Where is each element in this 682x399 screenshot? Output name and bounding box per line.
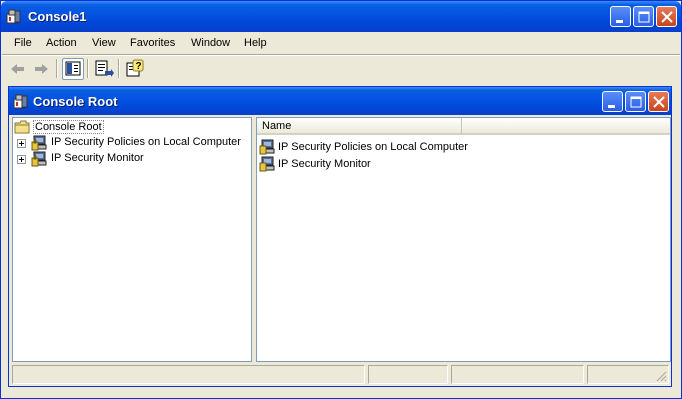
maximize-icon <box>638 11 650 23</box>
ip-security-computer-icon <box>259 139 275 155</box>
ip-security-computer-icon <box>31 135 47 151</box>
toolbar-divider <box>87 59 89 78</box>
close-button[interactable] <box>656 6 677 27</box>
list-item[interactable]: IP Security Monitor <box>259 156 519 173</box>
export-list-icon <box>95 60 114 77</box>
tree-item-ip-security-policies[interactable]: IP Security Policies on Local Computer <box>13 135 249 151</box>
ip-security-monitor-icon <box>259 156 275 172</box>
child-title-bar[interactable]: Console Root <box>9 87 671 115</box>
show-hide-tree-button[interactable] <box>62 58 84 80</box>
forward-button[interactable] <box>30 58 52 80</box>
tree-item-label: Console Root <box>33 120 104 134</box>
child-close-button[interactable] <box>648 91 669 112</box>
mmc-app-icon <box>13 94 28 109</box>
menu-favorites[interactable]: Favorites <box>130 37 175 49</box>
forward-arrow-icon <box>35 64 48 74</box>
minimize-icon <box>616 20 623 23</box>
status-panel <box>368 365 448 384</box>
column-header-name[interactable]: Name <box>257 118 462 135</box>
back-arrow-icon <box>11 64 24 74</box>
mmc-app-icon <box>6 9 21 24</box>
column-header-row: Name <box>257 118 670 135</box>
toolbar-divider <box>56 59 58 78</box>
status-panel <box>12 365 365 384</box>
status-panel <box>451 365 584 384</box>
child-minimize-button[interactable] <box>602 91 623 112</box>
details-list[interactable]: Name IP Security Policies on Local Compu… <box>256 117 671 362</box>
status-bar <box>12 365 669 384</box>
back-button[interactable] <box>7 58 29 80</box>
menu-bar: File Action View Favorites Window Help <box>2 32 680 54</box>
child-maximize-button[interactable] <box>625 91 646 112</box>
menu-file[interactable]: File <box>14 37 32 49</box>
tree-item-label: IP Security Monitor <box>51 152 144 164</box>
help-icon: ? <box>126 59 144 77</box>
tree-item-label: IP Security Policies on Local Computer <box>51 136 241 148</box>
console-root-window: Console Root Console Root IP Security Po… <box>8 86 672 387</box>
close-icon <box>661 11 673 23</box>
minimize-button[interactable] <box>610 6 631 27</box>
console-tree[interactable]: Console Root IP Security Policies on Loc… <box>12 117 252 362</box>
maximize-button[interactable] <box>633 6 654 27</box>
list-item-label: IP Security Policies on Local Computer <box>278 141 468 153</box>
expand-plus-icon[interactable] <box>17 155 26 164</box>
menu-help[interactable]: Help <box>244 37 267 49</box>
child-window-title: Console Root <box>33 94 118 109</box>
title-bar[interactable]: Console1 <box>1 1 681 32</box>
menu-window[interactable]: Window <box>191 37 230 49</box>
tree-item-ip-security-monitor[interactable]: IP Security Monitor <box>13 151 249 167</box>
main-window: Console1 File Action View Favorites Wind… <box>0 0 682 399</box>
export-list-button[interactable] <box>93 58 115 80</box>
tree-item-console-root[interactable]: Console Root <box>14 119 244 135</box>
minimize-icon <box>608 105 615 108</box>
list-item-label: IP Security Monitor <box>278 158 371 170</box>
resize-grip-icon[interactable] <box>655 370 667 382</box>
toolbar-divider <box>118 59 120 78</box>
window-title: Console1 <box>28 9 87 24</box>
show-hide-tree-icon <box>65 61 81 76</box>
maximize-icon <box>630 96 642 108</box>
svg-text:?: ? <box>136 61 142 72</box>
expand-plus-icon[interactable] <box>17 139 26 148</box>
menu-action[interactable]: Action <box>46 37 77 49</box>
ip-security-monitor-icon <box>31 151 47 167</box>
toolbar: ? <box>2 56 680 82</box>
close-icon <box>653 96 665 108</box>
folder-icon <box>14 120 30 134</box>
help-button[interactable]: ? <box>124 58 146 80</box>
list-item[interactable]: IP Security Policies on Local Computer <box>259 139 519 156</box>
menu-view[interactable]: View <box>92 37 116 49</box>
